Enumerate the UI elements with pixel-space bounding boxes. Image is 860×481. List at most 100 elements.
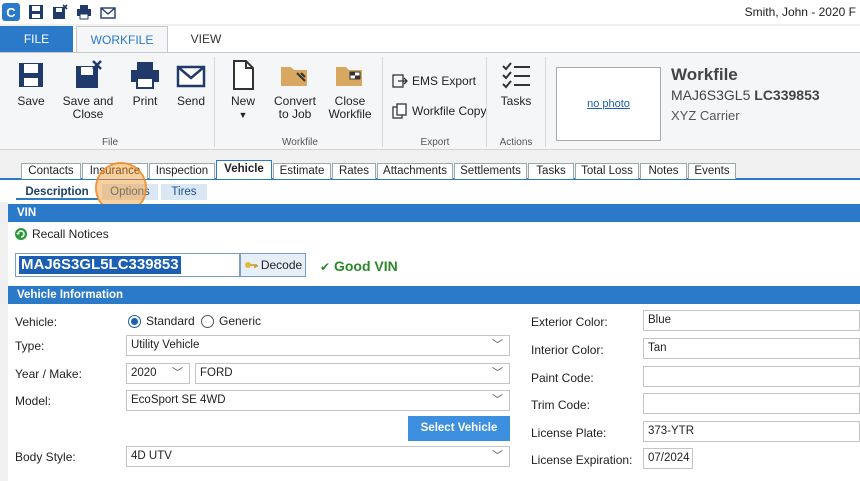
vin-section-header: VIN [8,204,860,222]
tab-attachments[interactable]: Attachments [377,163,453,179]
ribbon-separator [486,57,487,147]
recall-arrow-icon [15,228,27,240]
window-title: Smith, John - 2020 F [744,5,856,19]
interior-color-field[interactable]: Tan [643,338,860,359]
no-photo-link[interactable]: no photo [587,98,630,110]
ribbon-separator [214,57,215,147]
main-tab-bar: Contacts Insurance Inspection Vehicle Es… [0,158,860,180]
radio-standard[interactable]: Standard [128,314,195,328]
quick-send-icon[interactable] [100,4,116,20]
subtab-options[interactable]: Options [102,184,158,200]
ribbon-tab-bar: FILE WORKFILE VIEW [0,26,860,53]
tasks-button[interactable]: Tasks [496,59,536,108]
tab-insurance[interactable]: Insurance [82,163,148,179]
chevron-down-icon: ﹀ [172,367,183,379]
app-logo-icon[interactable]: C [2,3,20,21]
sub-tab-bar: Description Options Tires [0,180,860,202]
tab-tasks[interactable]: Tasks [528,163,574,179]
interior-color-label: Interior Color: [531,343,604,357]
workfile-copy-button[interactable]: Workfile Copy [392,103,486,119]
tab-vehicle[interactable]: Vehicle [216,160,272,179]
export-icon [392,74,408,88]
tab-view[interactable]: VIEW [176,26,236,52]
license-plate-field[interactable]: 373-YTR [643,421,860,442]
ribbon-separator [382,57,383,147]
radio-generic[interactable]: Generic [201,314,261,328]
license-expiration-field[interactable]: 07/2024 [643,448,693,469]
body-style-label: Body Style: [15,450,76,464]
chevron-down-icon: ▼ [238,110,248,120]
type-select[interactable]: Utility Vehicle ﹀ [126,335,510,356]
subtab-tires[interactable]: Tires [161,184,207,200]
exterior-color-label: Exterior Color: [531,315,608,329]
print-button[interactable]: Print [127,59,163,108]
chevron-down-icon: ﹀ [492,367,503,379]
new-document-icon [227,59,259,91]
ribbon-separator [545,57,546,147]
key-icon [244,262,258,268]
radio-dot [201,314,214,328]
chevron-down-icon: ﹀ [492,339,503,351]
year-make-label: Year / Make: [15,367,82,381]
checklist-icon [500,59,532,91]
workfile-title: Workfile [671,65,738,84]
tab-rates[interactable]: Rates [332,163,376,179]
vehicle-info-header: Vehicle Information [8,286,860,304]
tab-file[interactable]: FILE [0,26,73,52]
tab-estimate[interactable]: Estimate [273,163,331,179]
paint-code-field[interactable] [643,366,860,387]
group-label-workfile: Workfile [282,137,318,148]
decode-button[interactable]: Decode [240,253,306,277]
exterior-color-field[interactable]: Blue [643,310,860,331]
tab-inspection[interactable]: Inspection [149,163,215,179]
trim-code-label: Trim Code: [531,398,590,412]
vin-input[interactable]: MAJ6S3GL5LC339853 [15,253,240,277]
body-style-select[interactable]: 4D UTV ﹀ [126,446,510,467]
ems-export-button[interactable]: EMS Export [392,73,476,89]
tab-settlements[interactable]: Settlements [454,163,527,179]
paint-code-label: Paint Code: [531,371,594,385]
new-button[interactable]: New ▼ [226,59,260,122]
recall-notices-button[interactable]: Recall Notices [14,227,109,241]
year-select[interactable]: 2020 ﹀ [126,363,190,384]
quick-save-icon[interactable] [28,4,44,20]
workfile-vin: MAJ6S3GL5 LC339853 [671,87,820,103]
model-label: Model: [15,394,52,408]
quick-save-close-icon[interactable] [52,4,68,20]
check-icon: ✔ [320,260,331,274]
quick-print-icon[interactable] [76,4,92,20]
radio-dot [128,314,141,328]
group-label-file: File [101,137,119,148]
tab-total-loss[interactable]: Total Loss [575,163,639,179]
convert-to-job-button[interactable]: Convert to Job [272,59,318,121]
trim-code-field[interactable] [643,393,860,414]
type-label: Type: [15,339,45,353]
subtab-description[interactable]: Description [16,184,98,200]
group-label-export: Export [420,137,450,148]
folder-convert-icon [279,59,311,91]
save-close-icon [72,59,104,91]
vehicle-photo[interactable]: no photo [556,67,661,141]
send-button[interactable]: Send [173,59,209,108]
save-button[interactable]: Save [14,59,48,108]
tab-workfile[interactable]: WORKFILE [76,26,168,53]
close-workfile-button[interactable]: Close Workfile [326,59,374,121]
vehicle-label: Vehicle: [15,315,58,329]
copy-icon [392,103,407,119]
ribbon: Save Save and Close Print Send File New … [0,52,860,150]
workfile-carrier: XYZ Carrier [671,108,740,123]
tab-notes[interactable]: Notes [640,163,687,179]
printer-icon [129,59,161,91]
select-vehicle-button[interactable]: Select Vehicle [408,416,510,441]
chevron-down-icon: ﹀ [492,450,503,462]
group-label-actions: Actions [499,137,533,148]
tab-contacts[interactable]: Contacts [21,163,81,179]
model-select[interactable]: EcoSport SE 4WD ﹀ [126,390,510,411]
license-plate-label: License Plate: [531,426,607,440]
chevron-down-icon: ﹀ [492,394,503,406]
tab-events[interactable]: Events [688,163,736,179]
make-select[interactable]: FORD ﹀ [195,363,510,384]
title-bar: C Smith, John - 2020 F [0,0,860,24]
folder-flag-icon [334,59,366,91]
save-and-close-button[interactable]: Save and Close [60,59,116,121]
